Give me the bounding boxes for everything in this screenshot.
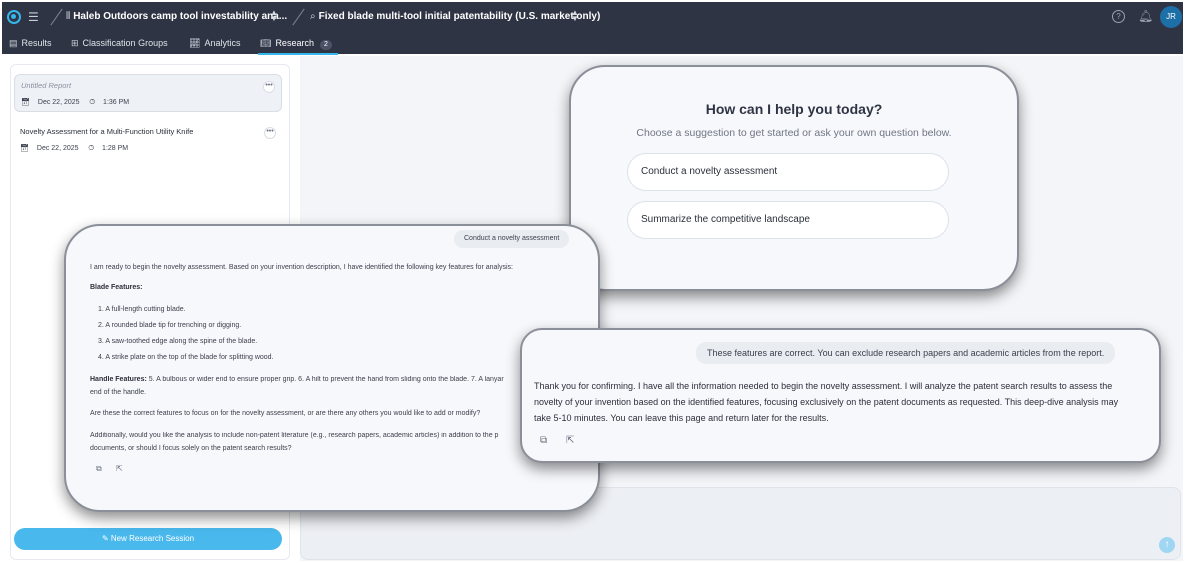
assistant-response: Thank you for confirming. I have all the… <box>534 381 1119 423</box>
menu-list-icon[interactable]: ☰ <box>28 10 39 24</box>
feature-item: 1. A full-length cutting blade. <box>98 306 186 313</box>
blade-features-heading: Blade Features: <box>90 284 143 291</box>
active-tab-indicator <box>258 53 338 55</box>
calendar-icon: 📅︎ <box>21 99 30 106</box>
suggestion-novelty-assessment[interactable]: Conduct a novelty assessment <box>627 153 949 191</box>
send-button[interactable]: ↑ <box>1159 537 1175 553</box>
more-options-icon[interactable]: ••• <box>263 81 275 93</box>
feature-item: 2. A rounded blade tip for trenching or … <box>98 322 242 329</box>
assistant-question: Are these the correct features to focus … <box>90 410 481 417</box>
feature-item: 4. A strike plate on the top of the blad… <box>98 354 274 361</box>
more-options-icon[interactable]: ••• <box>264 127 276 139</box>
search-icon: ⌕ <box>310 11 316 22</box>
grid-icon: ⊞ <box>71 38 79 48</box>
breadcrumb-separator <box>50 8 63 26</box>
clock-icon: 🕒︎ <box>89 99 96 106</box>
help-subtitle: Choose a suggestion to get started or as… <box>636 127 952 139</box>
zoom-callout-suggestions: How can I help you today? Choose a sugge… <box>569 65 1019 291</box>
library-icon: ⫴ <box>66 11 71 22</box>
handle-features-cont: end of the handle. <box>90 389 147 396</box>
help-title: How can I help you today? <box>705 101 883 117</box>
report-item[interactable]: Untitled Report 📅︎ Dec 22, 2025 🕒︎ 1:36 PM… <box>14 74 282 112</box>
export-icon[interactable]: ⇱ <box>566 435 574 446</box>
calendar-icon: 📅︎ <box>20 145 29 152</box>
copy-icon[interactable]: ⧉ <box>96 464 102 474</box>
avatar[interactable]: JR <box>1160 6 1182 28</box>
tab-badge: 2 <box>319 40 332 50</box>
report-meta: 📅︎ Dec 22, 2025 🕒︎ 1:28 PM <box>20 145 129 152</box>
user-message: Conduct a novelty assessment <box>454 230 570 248</box>
breadcrumb-project[interactable]: ⫴ Haleb Outdoors camp tool investability … <box>66 11 287 22</box>
report-title: Novelty Assessment for a Multi-Function … <box>20 127 194 136</box>
new-research-session-button[interactable]: ✎ New Research Session <box>14 528 282 550</box>
zoom-callout-confirmation: These features are correct. You can excl… <box>520 328 1161 463</box>
feature-item: 3. A saw-toothed edge along the spine of… <box>98 338 258 345</box>
assistant-intro: I am ready to begin the novelty assessme… <box>90 264 513 271</box>
breadcrumb-analysis[interactable]: ⌕ Fixed blade multi-tool initial patentab… <box>310 11 600 22</box>
copy-icon[interactable]: ⧉ <box>540 435 547 446</box>
edit-icon: ✎ <box>101 534 111 543</box>
table-icon: ▤ <box>9 38 18 48</box>
report-title: Untitled Report <box>21 81 72 90</box>
tab-results[interactable]: ▤ Results <box>9 38 52 49</box>
breadcrumb-separator <box>292 8 305 26</box>
top-bar: ☰ ⫴ Haleb Outdoors camp tool investabilit… <box>2 2 1183 55</box>
book-icon: 📖︎ <box>260 38 272 48</box>
assistant-additional-cont: documents, or should I focus solely on t… <box>90 445 292 452</box>
report-meta: 📅︎ Dec 22, 2025 🕒︎ 1:36 PM <box>21 99 130 106</box>
analysis-switch-icon[interactable]: ▲ ▼ <box>571 9 579 23</box>
project-switch-icon[interactable]: ▲ ▼ <box>270 9 278 23</box>
help-icon[interactable]: ? <box>1112 10 1125 23</box>
tab-analytics[interactable]: 📈︎ Analytics <box>189 38 240 49</box>
report-item[interactable]: Novelty Assessment for a Multi-Function … <box>14 121 282 159</box>
export-icon[interactable]: ⇱ <box>116 464 123 473</box>
clock-icon: 🕒︎ <box>88 145 95 152</box>
suggestion-competitive-landscape[interactable]: Summarize the competitive landscape <box>627 201 949 239</box>
user-message: These features are correct. You can excl… <box>696 342 1116 364</box>
chart-icon: 📈︎ <box>189 38 201 48</box>
tab-research[interactable]: 📖︎ Research 2 <box>260 38 332 50</box>
tab-classification-groups[interactable]: ⊞ Classification Groups <box>71 38 168 49</box>
bell-icon[interactable]: 🔔︎ <box>1138 9 1153 23</box>
app-logo-icon[interactable] <box>7 10 21 24</box>
